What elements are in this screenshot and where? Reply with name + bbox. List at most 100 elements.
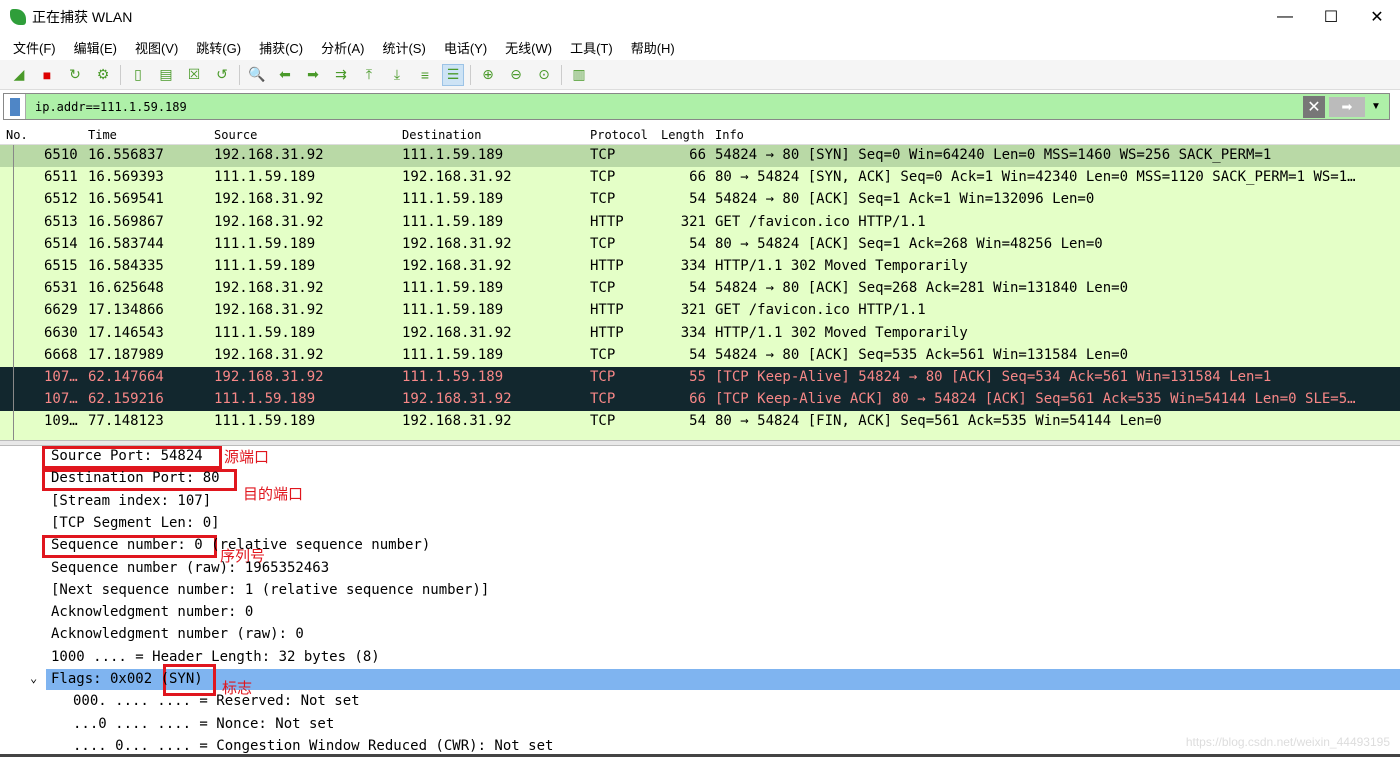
- packet-row[interactable]: 109… 77.148123 111.1.59.189 192.168.31.92 TC…: [0, 411, 1400, 434]
- detail-line[interactable]: .... 0... .... = Congestion Window Reduc…: [73, 738, 553, 754]
- forward-icon[interactable]: ➡: [302, 64, 324, 86]
- close-file-icon[interactable]: ☒: [183, 64, 205, 86]
- resize-columns-icon[interactable]: ▥: [568, 64, 590, 86]
- detail-line[interactable]: Acknowledgment number (raw): 0: [51, 626, 304, 642]
- colorize-icon[interactable]: ☰: [442, 63, 464, 86]
- packet-cell: 192.168.31.92: [402, 324, 512, 341]
- column-header[interactable]: Protocol: [590, 128, 648, 142]
- detail-line[interactable]: Source Port: 54824: [51, 448, 203, 464]
- packet-row[interactable]: 6629 17.134866 192.168.31.92 111.1.59.189 HT…: [0, 300, 1400, 323]
- shark-fin-icon[interactable]: ◢: [8, 64, 30, 86]
- column-header[interactable]: Length: [661, 128, 704, 142]
- options-icon[interactable]: ⚙: [92, 64, 114, 86]
- first-packet-icon[interactable]: ⤒: [358, 64, 380, 86]
- menu-item[interactable]: 跳转(G): [187, 38, 250, 57]
- reload-icon[interactable]: ↺: [211, 64, 233, 86]
- autoscroll-icon[interactable]: ≡: [414, 64, 436, 86]
- packet-cell: 62.159216: [88, 391, 164, 408]
- packet-row[interactable]: 6514 16.583744 111.1.59.189 192.168.31.92 TC…: [0, 233, 1400, 256]
- maximize-button[interactable]: ☐: [1308, 0, 1354, 34]
- packet-row[interactable]: 6511 16.569393 111.1.59.189 192.168.31.92 TC…: [0, 167, 1400, 190]
- chevron-down-icon[interactable]: ▼: [1371, 101, 1389, 112]
- chevron-down-icon[interactable]: ⌄: [30, 671, 37, 685]
- find-icon[interactable]: 🔍: [246, 64, 268, 86]
- filter-input[interactable]: ip.addr==111.1.59.189: [26, 100, 1303, 114]
- packet-cell: 334: [680, 258, 706, 274]
- packet-cell: 80 → 54824 [FIN, ACK] Seq=561 Ack=535 Wi…: [715, 413, 1162, 430]
- restart-icon[interactable]: ↻: [64, 64, 86, 86]
- menu-item[interactable]: 捕获(C): [250, 38, 312, 57]
- packet-cell: 54: [689, 235, 706, 252]
- detail-line[interactable]: 000. .... .... = Reserved: Not set: [73, 693, 360, 709]
- clear-filter-icon[interactable]: ✕: [1303, 95, 1325, 118]
- zoom-out-icon[interactable]: ⊖: [505, 64, 527, 86]
- packet-row[interactable]: 107… 62.159216 111.1.59.189 192.168.31.92 TC…: [0, 389, 1400, 412]
- column-header[interactable]: Info: [715, 128, 744, 142]
- stop-icon[interactable]: ■: [36, 64, 58, 86]
- open-icon[interactable]: ▯: [127, 64, 149, 86]
- back-icon[interactable]: ⬅: [274, 64, 296, 86]
- last-packet-icon[interactable]: ⤓: [386, 64, 408, 86]
- packet-cell: 62.147664: [88, 369, 164, 385]
- packet-row[interactable]: 6630 17.146543 111.1.59.189 192.168.31.92 HT…: [0, 322, 1400, 345]
- detail-line[interactable]: Destination Port: 80: [51, 470, 220, 486]
- menu-item[interactable]: 视图(V): [126, 38, 187, 57]
- packet-cell: 66: [689, 391, 706, 408]
- menu-item[interactable]: 文件(F): [4, 38, 65, 57]
- packet-row[interactable]: 107… 62.147664 192.168.31.92 111.1.59.189 TC…: [0, 367, 1400, 390]
- detail-line[interactable]: Sequence number (raw): 1965352463: [51, 560, 329, 576]
- column-header[interactable]: Time: [88, 128, 117, 142]
- zoom-in-icon[interactable]: ⊕: [477, 64, 499, 86]
- annotation-source-port: 源端口: [224, 448, 270, 466]
- toolbar-separator: [120, 64, 121, 85]
- packet-cell: 192.168.31.92: [402, 413, 512, 430]
- detail-line[interactable]: [Next sequence number: 1 (relative seque…: [51, 582, 489, 598]
- packet-cell: 111.1.59.189: [402, 280, 504, 297]
- column-header[interactable]: Source: [214, 128, 257, 142]
- packet-list[interactable]: 6510 16.556837 192.168.31.92 111.1.59.189 TC…: [0, 145, 1400, 440]
- go-to-packet-icon[interactable]: ⇉: [330, 64, 352, 86]
- column-header[interactable]: Destination: [402, 128, 481, 142]
- watermark: https://blog.csdn.net/weixin_44493195: [1185, 735, 1390, 749]
- packet-cell: TCP: [590, 346, 616, 363]
- packet-cell: 107…: [44, 369, 78, 385]
- detail-line[interactable]: [Stream index: 107]: [51, 493, 211, 509]
- close-button[interactable]: ✕: [1354, 0, 1400, 34]
- packet-row[interactable]: 6510 16.556837 192.168.31.92 111.1.59.189 TC…: [0, 145, 1400, 168]
- minimize-button[interactable]: —: [1262, 0, 1308, 34]
- detail-line[interactable]: Sequence number: 0 (relative sequence nu…: [51, 537, 430, 553]
- packet-row[interactable]: 6668 17.187989 192.168.31.92 111.1.59.189 TC…: [0, 344, 1400, 367]
- apply-filter-icon[interactable]: ➡: [1329, 96, 1365, 117]
- detail-line[interactable]: Flags: 0x002 (SYN): [51, 671, 203, 687]
- menu-item[interactable]: 工具(T): [561, 38, 622, 57]
- menu-item[interactable]: 统计(S): [373, 38, 434, 57]
- packet-cell: 111.1.59.189: [402, 369, 504, 385]
- column-header[interactable]: No.: [6, 128, 28, 142]
- packet-cell: 111.1.59.189: [402, 213, 504, 230]
- packet-cell: [TCP Keep-Alive ACK] 80 → 54824 [ACK] Se…: [715, 391, 1356, 408]
- packet-row[interactable]: 6513 16.569867 192.168.31.92 111.1.59.189 HT…: [0, 211, 1400, 234]
- detail-line[interactable]: [TCP Segment Len: 0]: [51, 515, 220, 531]
- packet-cell: HTTP/1.1 302 Moved Temporarily: [715, 258, 968, 274]
- packet-cell: HTTP: [590, 213, 624, 230]
- menu-item[interactable]: 分析(A): [312, 38, 373, 57]
- detail-line[interactable]: 1000 .... = Header Length: 32 bytes (8): [51, 649, 380, 665]
- packet-cell: 16.625648: [88, 280, 164, 297]
- menu-item[interactable]: 无线(W): [496, 38, 561, 57]
- menu-item[interactable]: 帮助(H): [622, 38, 684, 57]
- zoom-normal-icon[interactable]: ⊙: [533, 64, 555, 86]
- packet-cell: 55: [689, 369, 706, 385]
- packet-cell: TCP: [590, 235, 616, 252]
- packet-row[interactable]: 6531 16.625648 192.168.31.92 111.1.59.189 TC…: [0, 278, 1400, 301]
- menu-item[interactable]: 电话(Y): [435, 38, 496, 57]
- menu-item[interactable]: 编辑(E): [65, 38, 126, 57]
- packet-row[interactable]: 6512 16.569541 192.168.31.92 111.1.59.189 TC…: [0, 189, 1400, 212]
- detail-line[interactable]: ...0 .... .... = Nonce: Not set: [73, 716, 334, 732]
- save-icon[interactable]: ▤: [155, 64, 177, 86]
- packet-cell: 321: [680, 302, 706, 319]
- packet-cell: 192.168.31.92: [402, 391, 512, 408]
- toolbar-separator: [561, 64, 562, 85]
- bookmark-icon[interactable]: [4, 94, 26, 119]
- detail-line[interactable]: Acknowledgment number: 0: [51, 604, 253, 620]
- packet-row[interactable]: 6515 16.584335 111.1.59.189 192.168.31.92 HT…: [0, 256, 1400, 279]
